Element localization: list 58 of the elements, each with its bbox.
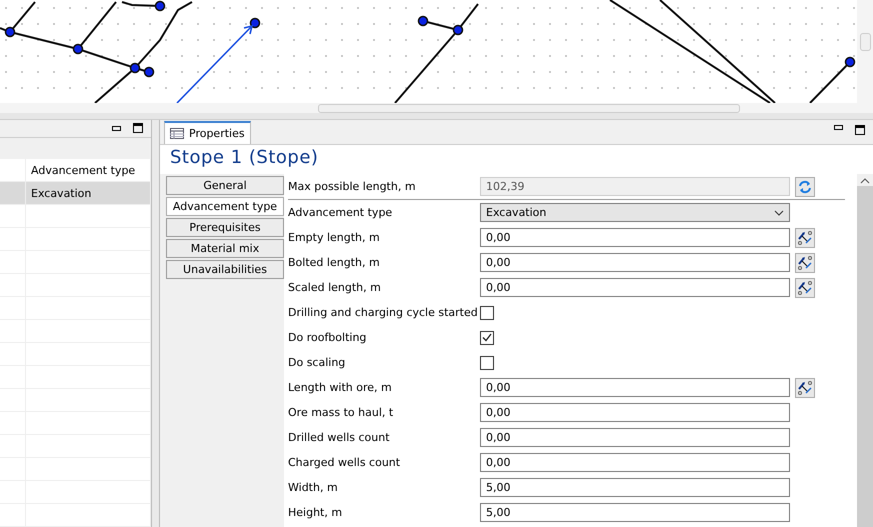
caret-icon: [774, 210, 784, 216]
side-tab[interactable]: General: [166, 176, 284, 195]
arrow-icon: [176, 24, 254, 103]
link-arrows-icon: [797, 230, 813, 246]
input-field[interactable]: 0,00: [480, 228, 790, 247]
field-label: Length with ore, m: [288, 381, 393, 394]
field-label: Scaled length, m: [288, 281, 382, 294]
input-field[interactable]: 5,00: [480, 503, 790, 522]
table-row[interactable]: Excavation: [0, 182, 151, 205]
minimize-icon[interactable]: [834, 125, 843, 130]
input-field[interactable]: 0,00: [480, 453, 790, 472]
value-field: 102,39: [480, 177, 790, 196]
object-title: Stope 1 (Stope): [160, 145, 873, 174]
field-label: Height, m: [288, 506, 344, 519]
side-tab[interactable]: Prerequisites: [166, 218, 284, 237]
properties-tab[interactable]: Properties: [164, 121, 251, 144]
link-arrows-icon: [797, 280, 813, 296]
field-label: Ore mass to haul, t: [288, 406, 394, 419]
link-button[interactable]: [795, 378, 815, 398]
horizontal-scrollbar[interactable]: [0, 103, 857, 113]
field-label: Max possible length, m: [288, 180, 417, 193]
input-field[interactable]: 0,00: [480, 428, 790, 447]
refresh-icon: [798, 180, 812, 194]
link-arrows-icon: [797, 380, 813, 396]
table-cell: Excavation: [26, 182, 151, 204]
column-header[interactable]: Advancement type: [26, 159, 151, 181]
input-field[interactable]: 5,00: [480, 478, 790, 497]
field-label: Do roofbolting: [288, 331, 368, 344]
input-field[interactable]: 0,00: [480, 403, 790, 422]
side-tab[interactable]: Unavailabilities: [166, 260, 284, 279]
vertical-scrollbar[interactable]: [857, 0, 873, 113]
side-tab[interactable]: Advancement type: [166, 197, 284, 216]
field-label: Drilled wells count: [288, 431, 391, 444]
link-button[interactable]: [795, 228, 815, 248]
table-icon: [170, 128, 184, 139]
field-label: Do scaling: [288, 356, 346, 369]
refresh-button[interactable]: [795, 176, 815, 196]
field-label: Advancement type: [288, 206, 394, 219]
minimize-icon[interactable]: [112, 126, 121, 131]
field-label: Empty length, m: [288, 231, 381, 244]
input-field[interactable]: 0,00: [480, 378, 790, 397]
link-button[interactable]: [795, 252, 815, 272]
input-field[interactable]: 0,00: [480, 253, 790, 272]
checkbox[interactable]: [480, 330, 494, 344]
advancement-type-dropdown[interactable]: Excavation: [480, 203, 790, 222]
maximize-icon[interactable]: [133, 123, 143, 134]
side-tab[interactable]: Material mix: [166, 239, 284, 258]
link-arrows-icon: [797, 254, 813, 270]
field-label: Bolted length, m: [288, 256, 381, 269]
field-label: Drilling and charging cycle started: [288, 306, 479, 319]
field-label: Charged wells count: [288, 456, 402, 469]
maximize-icon[interactable]: [855, 125, 865, 135]
checkbox[interactable]: [480, 306, 494, 320]
input-field[interactable]: 0,00: [480, 278, 790, 297]
field-label: Width, m: [288, 481, 339, 494]
checkbox[interactable]: [480, 356, 494, 370]
link-button[interactable]: [795, 278, 815, 298]
scroll-up-icon[interactable]: [860, 178, 870, 184]
